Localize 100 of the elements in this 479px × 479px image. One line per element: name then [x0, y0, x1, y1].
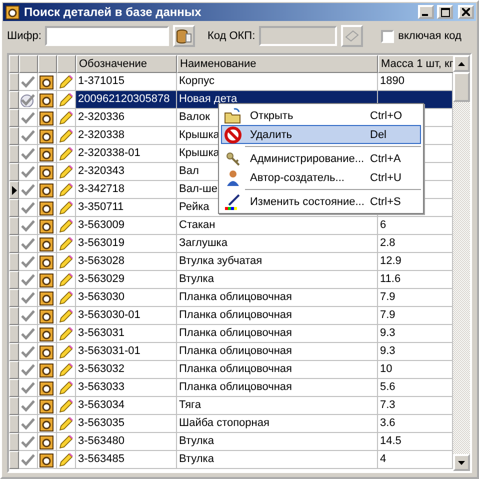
table-cell: Тяга	[177, 397, 378, 415]
checkmark-icon	[20, 362, 36, 376]
table-cell: 3-563028	[76, 253, 177, 271]
scroll-thumb[interactable]	[453, 72, 470, 102]
checkmark-icon	[20, 272, 36, 286]
table-cell: Планка облицовочная	[177, 325, 378, 343]
pencil-icon	[58, 92, 74, 108]
table-cell: 6	[378, 217, 453, 235]
scroll-down-button[interactable]	[453, 454, 470, 471]
table-cell: Втулка	[177, 433, 378, 451]
minimize-button[interactable]	[418, 5, 434, 19]
menu-item-label: Администрирование...	[249, 152, 366, 164]
column-header[interactable]: Масса 1 шт, кг	[378, 55, 453, 73]
table-cell: 9.3	[378, 325, 453, 343]
checkmark-icon	[20, 326, 36, 340]
column-header[interactable]: Наименование	[177, 55, 378, 73]
pencil-icon	[58, 290, 74, 306]
table-cell: Втулка зубчатая	[177, 253, 378, 271]
table-cell: 3-563029	[76, 271, 177, 289]
table-cell: Планка облицовочная	[177, 379, 378, 397]
checkmark-icon	[20, 110, 36, 124]
table-cell: 2.8	[378, 235, 453, 253]
menu-item-label: Автор-создатель...	[249, 172, 346, 184]
keys-icon	[224, 150, 242, 168]
table-cell: Втулка	[177, 451, 378, 469]
checkmark-icon	[20, 308, 36, 322]
table-cell: 3-342718	[76, 181, 177, 199]
checkmark-icon	[20, 344, 36, 358]
checkbox-label: включая код	[398, 30, 462, 42]
table-cell: Корпус	[177, 73, 378, 91]
checkmark-icon	[20, 416, 36, 430]
checkmark-icon	[20, 254, 36, 268]
table-cell: Планка облицовочная	[177, 289, 378, 307]
checkmark-icon	[20, 74, 36, 88]
pencil-icon	[58, 110, 74, 126]
table-cell: 7.9	[378, 289, 453, 307]
checkmark-icon	[20, 146, 36, 160]
menu-item[interactable]: Удалить Del	[221, 125, 421, 144]
table-cell: 1-371015	[76, 73, 177, 91]
table-cell: Планка облицовочная	[177, 307, 378, 325]
table-cell: 3-563030-01	[76, 307, 177, 325]
pencil-icon	[58, 164, 74, 180]
pencil-icon	[58, 398, 74, 414]
table-cell: 3-563035	[76, 415, 177, 433]
table-cell: Планка облицовочная	[177, 361, 378, 379]
folder-icon	[224, 108, 242, 124]
checkmark-icon	[20, 452, 36, 466]
part-icon	[5, 4, 21, 20]
pencil-icon	[58, 128, 74, 144]
row-indicator[interactable]	[9, 181, 19, 199]
table-cell: 4	[378, 451, 453, 469]
prohibited-icon	[224, 126, 242, 144]
checkmark-icon	[20, 92, 36, 106]
maximize-button[interactable]	[437, 5, 453, 19]
table-cell: 3-563033	[76, 379, 177, 397]
pencil-icon	[58, 218, 74, 234]
pencil-icon	[58, 416, 74, 432]
checkmark-icon	[20, 380, 36, 394]
checkmark-icon	[20, 236, 36, 250]
table-cell: Стакан	[177, 217, 378, 235]
checkmark-icon	[20, 434, 36, 448]
checkmark-icon	[20, 290, 36, 304]
maximize-icon	[440, 8, 450, 16]
database-button[interactable]	[173, 25, 196, 47]
database-icon	[176, 28, 192, 44]
table-cell: 12.9	[378, 253, 453, 271]
scrollbar[interactable]	[453, 55, 470, 471]
pencil-icon	[58, 200, 74, 216]
table-cell: 3-563009	[76, 217, 177, 235]
pencil-icon	[58, 254, 74, 270]
table-cell: Заглушка	[177, 235, 378, 253]
table-cell: 7.3	[378, 397, 453, 415]
close-icon	[462, 8, 470, 16]
column-header[interactable]: Обозначение	[76, 55, 177, 73]
pencil-icon	[58, 326, 74, 342]
table-cell: 2-320343	[76, 163, 177, 181]
scroll-up-button[interactable]	[453, 55, 470, 72]
menu-item-label: Удалить	[249, 128, 293, 140]
code-field[interactable]	[45, 26, 170, 46]
up-arrow-icon	[458, 62, 465, 66]
field-label: Код ОКП:	[207, 30, 256, 42]
brush-icon	[224, 192, 242, 210]
down-arrow-icon	[458, 460, 465, 464]
close-button[interactable]	[458, 5, 474, 19]
table-cell: 5.6	[378, 379, 453, 397]
table-cell: 200962120305878	[76, 91, 177, 109]
table-cell: 2-320336	[76, 109, 177, 127]
table-cell: Втулка	[177, 271, 378, 289]
pencil-icon	[58, 272, 74, 288]
checkmark-icon	[20, 200, 36, 214]
pencil-icon	[58, 146, 74, 162]
pencil-icon	[58, 452, 74, 468]
table-cell: 3.6	[378, 415, 453, 433]
pencil-icon	[58, 434, 74, 450]
table-cell: Шайба стопорная	[177, 415, 378, 433]
current-row-icon	[12, 186, 16, 194]
checkbox[interactable]	[381, 30, 394, 42]
pencil-icon	[58, 380, 74, 396]
table-cell: 3-563019	[76, 235, 177, 253]
table-cell: 3-563485	[76, 451, 177, 469]
